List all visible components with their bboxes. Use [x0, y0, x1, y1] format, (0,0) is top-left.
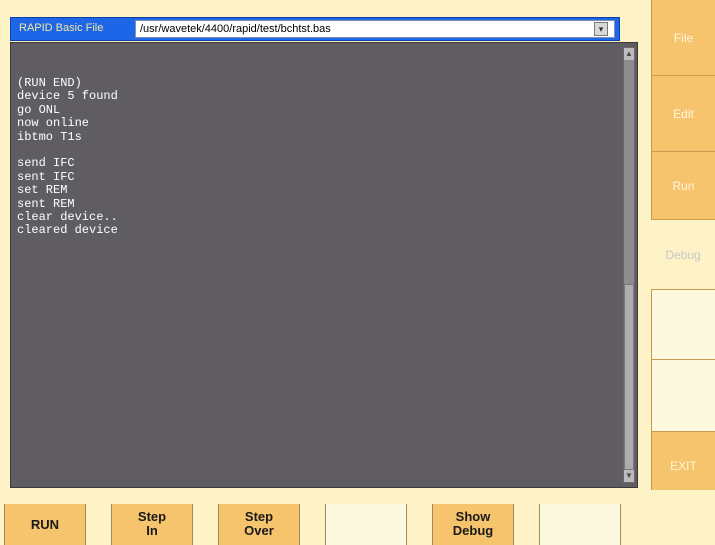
show-debug-label-1: Show: [455, 509, 491, 524]
step-over-label-2: Over: [244, 523, 274, 538]
console-text: (RUN END) device 5 found go ONL now onli…: [17, 76, 118, 238]
run-button-label: RUN: [30, 517, 60, 532]
step-in-button[interactable]: Step In: [111, 504, 193, 545]
file-header-bar: RAPID Basic File /usr/wavetek/4400/rapid…: [10, 17, 620, 41]
file-softkey[interactable]: File: [651, 0, 715, 76]
file-path-field[interactable]: /usr/wavetek/4400/rapid/test/bchtst.bas …: [135, 20, 615, 38]
blank-softkey-1[interactable]: [651, 290, 715, 360]
show-debug-button[interactable]: Show Debug: [432, 504, 514, 545]
blank-function-key-2[interactable]: [539, 504, 621, 545]
blank-function-key-1[interactable]: [325, 504, 407, 545]
console-line: ibtmo T1s: [17, 129, 82, 144]
console-line: (RUN END): [17, 76, 82, 90]
console-output: (RUN END) device 5 found go ONL now onli…: [10, 42, 638, 488]
console-scrollbar[interactable]: ▲ ▼: [623, 47, 635, 483]
console-line: set REM: [17, 183, 68, 198]
blank-softkey-2[interactable]: [651, 360, 715, 432]
step-over-button[interactable]: Step Over: [218, 504, 300, 545]
debug-tab[interactable]: Debug: [651, 220, 715, 290]
run-button[interactable]: RUN: [4, 504, 86, 545]
edit-softkey-label: Edit: [673, 106, 694, 121]
file-header-label: RAPID Basic File: [19, 22, 104, 34]
console-line: device 5 found: [17, 89, 118, 104]
console-line: sent IFC: [17, 169, 75, 184]
run-softkey[interactable]: Run: [651, 152, 715, 220]
console-line: clear device..: [17, 210, 118, 225]
chevron-down-icon[interactable]: ▾: [594, 22, 608, 36]
arrow-up-icon[interactable]: ▲: [624, 48, 634, 60]
step-in-label-1: Step: [137, 509, 167, 524]
step-in-label-2: In: [146, 523, 158, 538]
console-line: now online: [17, 116, 90, 131]
console-line: go ONL: [17, 102, 61, 117]
step-over-label-1: Step: [244, 509, 274, 524]
file-path-text: /usr/wavetek/4400/rapid/test/bchtst.bas: [140, 23, 331, 35]
console-line: send IFC: [17, 156, 75, 171]
console-line: sent REM: [17, 196, 75, 211]
arrow-down-icon[interactable]: ▼: [624, 470, 634, 482]
scroll-thumb[interactable]: [624, 284, 634, 470]
file-softkey-label: File: [673, 30, 694, 45]
edit-softkey[interactable]: Edit: [651, 76, 715, 152]
show-debug-label-2: Debug: [452, 523, 494, 538]
exit-softkey-label: EXIT: [670, 458, 697, 473]
debug-tab-label: Debug: [665, 247, 701, 262]
console-line: cleared device: [17, 223, 118, 238]
run-softkey-label: Run: [672, 178, 695, 193]
